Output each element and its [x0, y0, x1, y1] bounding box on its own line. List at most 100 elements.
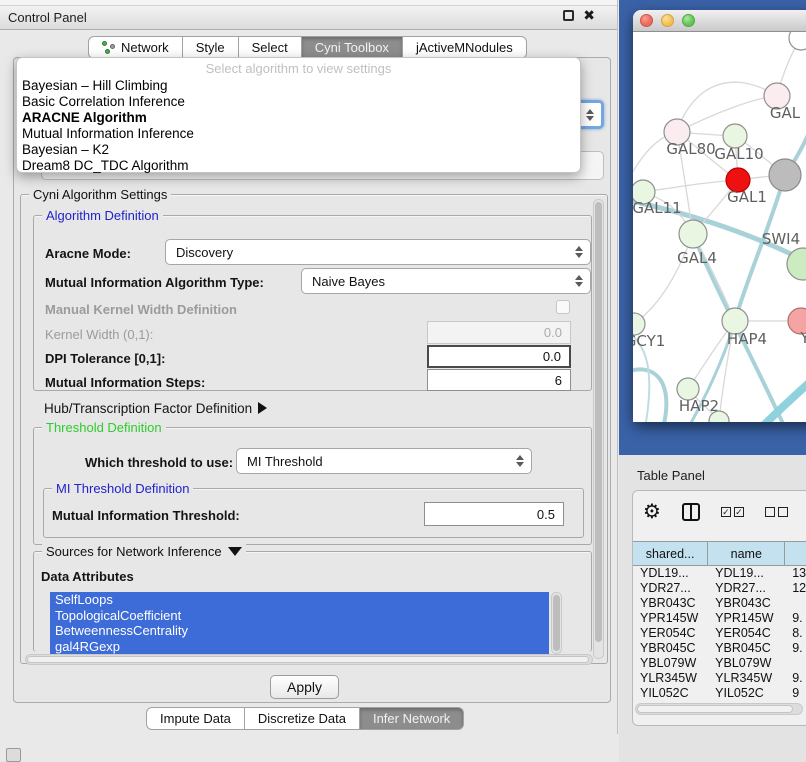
settings-vertical-scrollbar[interactable] [593, 199, 604, 659]
sources-title: Sources for Network Inference [46, 544, 222, 559]
network-node[interactable] [769, 159, 801, 191]
attributes-scrollbar[interactable] [551, 592, 562, 654]
algorithm-option[interactable]: Bayesian – K2 [17, 142, 580, 158]
table-panel: Table Panel ⚙ ✓✓ shared...name YDL19...Y… [619, 455, 806, 762]
table-cell: YPR145W [633, 611, 708, 626]
aracne-mode-combo[interactable]: Discovery [165, 239, 591, 265]
table-cell: YDR27... [708, 581, 785, 596]
tab-impute-data[interactable]: Impute Data [146, 707, 245, 730]
table-header-row[interactable]: shared...name [633, 541, 806, 566]
tab-network[interactable]: Network [88, 36, 183, 59]
table-cell: YBR043C [708, 596, 785, 611]
table-row[interactable]: YER054CYER054C8. [633, 626, 806, 641]
column-header[interactable]: name [708, 542, 785, 565]
sources-title-row[interactable]: Sources for Network Inference [42, 544, 246, 559]
tab-jactivemnodules[interactable]: jActiveMNodules [403, 36, 527, 59]
attribute-item[interactable]: gal4RGexp [50, 639, 549, 655]
attribute-item[interactable]: TopologicalCoefficient [50, 608, 549, 624]
table-row[interactable]: YBR043CYBR043C [633, 596, 806, 611]
data-attributes-label: Data Attributes [41, 569, 134, 584]
column-header[interactable]: shared... [633, 542, 708, 565]
mac-close-icon[interactable] [640, 14, 653, 27]
float-window-icon[interactable] [563, 10, 574, 21]
table-row[interactable]: YBR045CYBR045C9. [633, 641, 806, 656]
tab-label: Select [252, 40, 288, 55]
mac-zoom-icon[interactable] [682, 14, 695, 27]
table-cell: YER054C [633, 626, 708, 641]
network-node-gal4[interactable] [679, 220, 707, 248]
mi-threshold-label: Mutual Information Threshold: [52, 508, 240, 523]
apply-button-label: Apply [287, 679, 322, 695]
tab-style[interactable]: Style [183, 36, 239, 59]
table-cell: 8. [785, 626, 806, 641]
attribute-item[interactable]: BetweennessCentrality [50, 623, 549, 639]
mi-threshold-field[interactable]: 0.5 [424, 502, 564, 526]
collapsed-panel-icon[interactable] [6, 748, 21, 762]
column-header[interactable] [785, 542, 806, 565]
which-threshold-combo[interactable]: MI Threshold [236, 448, 532, 474]
cyni-algorithm-settings-group: Cyni Algorithm Settings Algorithm Defini… [20, 194, 608, 664]
table-cell: YDL19... [633, 566, 708, 581]
control-panel-titlebar: Control Panel ✖ [0, 6, 617, 30]
table-row[interactable]: YLR345WYLR345W9. [633, 671, 806, 686]
network-canvas[interactable]: GALGAL80GAL10GAL1GAL11GAL4SWI4GCY1HAP4YH… [633, 32, 806, 422]
mi-type-value: Naive Bayes [312, 274, 385, 289]
sources-group: Sources for Network Inference Data Attri… [33, 551, 592, 652]
tab-cyni-toolbox[interactable]: Cyni Toolbox [302, 36, 403, 59]
select-all-checks-icon[interactable]: ✓✓ [721, 507, 744, 517]
data-attributes-list[interactable]: SelfLoopsTopologicalCoefficientBetweenne… [50, 592, 549, 654]
algorithm-definition-group: Algorithm Definition Aracne Mode: Discov… [33, 215, 592, 391]
algorithm-option[interactable]: Dream8 DC_TDC Algorithm [17, 158, 580, 174]
manual-kernel-label: Manual Kernel Width Definition [45, 302, 237, 317]
table-cell: YIL052C [708, 686, 785, 701]
table-cell: YDL19... [708, 566, 785, 581]
combo-arrows-icon [575, 269, 583, 293]
algorithm-option[interactable]: ARACNE Algorithm [17, 110, 580, 126]
node-label: Y [799, 329, 806, 347]
table-row[interactable]: YBL079WYBL079W [633, 656, 806, 671]
settings-horizontal-scrollbar[interactable] [25, 654, 593, 665]
mi-steps-field[interactable]: 6 [427, 369, 571, 391]
close-icon[interactable]: ✖ [583, 10, 595, 21]
which-threshold-label: Which threshold to use: [85, 455, 233, 470]
node-label: SWI4 [762, 230, 800, 248]
deselect-all-checks-icon[interactable] [765, 507, 788, 517]
node-label: GAL [770, 104, 801, 122]
algorithm-option[interactable]: Mutual Information Inference [17, 126, 580, 142]
cyni-algorithm-settings-title: Cyni Algorithm Settings [29, 187, 171, 202]
table-cell: 9. [785, 611, 806, 626]
columns-icon[interactable] [682, 503, 700, 521]
algorithm-option[interactable]: Bayesian – Hill Climbing [17, 78, 580, 94]
kernel-width-field[interactable]: 0.0 [427, 321, 571, 344]
node-label: GAL10 [714, 145, 763, 163]
table-horizontal-scrollbar[interactable] [635, 703, 803, 715]
network-node[interactable] [789, 32, 806, 50]
hub-definition-expander[interactable]: Hub/Transcription Factor Definition [44, 401, 267, 416]
mi-threshold-value: 0.5 [537, 507, 555, 522]
mi-type-combo[interactable]: Naive Bayes [301, 268, 591, 294]
threshold-definition-title: Threshold Definition [42, 420, 166, 435]
node-table[interactable]: shared...name YDL19...YDL19...13YDR27...… [633, 541, 806, 701]
tab-select[interactable]: Select [239, 36, 302, 59]
table-cell: YPR145W [708, 611, 785, 626]
table-row[interactable]: YDR27...YDR27...12 [633, 581, 806, 596]
table-row[interactable]: YDL19...YDL19...13 [633, 566, 806, 581]
tab-infer-network[interactable]: Infer Network [360, 707, 464, 730]
table-cell: YBR045C [633, 641, 708, 656]
table-row[interactable]: YPR145WYPR145W9. [633, 611, 806, 626]
table-cell: 9. [785, 671, 806, 686]
manual-kernel-checkbox[interactable] [556, 300, 570, 314]
kernel-width-label: Kernel Width (0,1): [45, 327, 153, 342]
gear-icon[interactable]: ⚙ [643, 503, 661, 521]
table-row[interactable]: YIL052CYIL052C9 [633, 686, 806, 701]
tab-discretize-data[interactable]: Discretize Data [245, 707, 360, 730]
table-cell: YBL079W [708, 656, 785, 671]
dpi-tolerance-field[interactable]: 0.0 [427, 345, 571, 368]
attribute-item[interactable]: SelfLoops [50, 592, 549, 608]
table-cell: YBL079W [633, 656, 708, 671]
apply-button[interactable]: Apply [270, 675, 339, 699]
threshold-definition-group: Threshold Definition Which threshold to … [33, 427, 592, 545]
mac-minimize-icon[interactable] [661, 14, 674, 27]
algorithm-option[interactable]: Basic Correlation Inference [17, 94, 580, 110]
table-cell: 12 [785, 581, 806, 596]
